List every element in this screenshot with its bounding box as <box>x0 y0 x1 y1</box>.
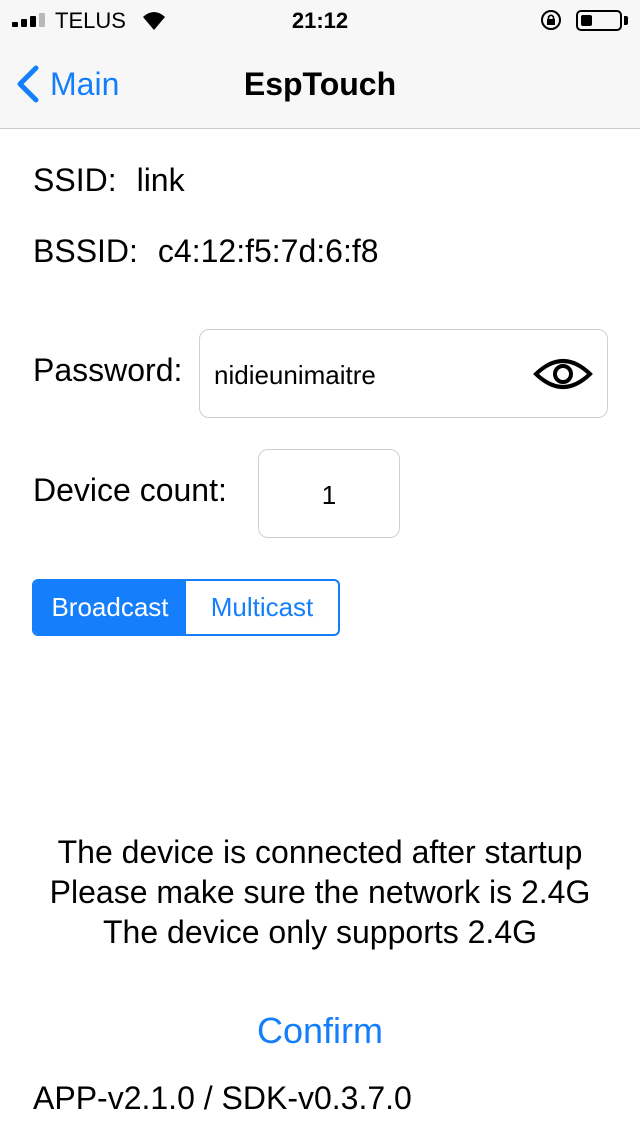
ssid-label: SSID: <box>33 162 117 198</box>
password-label: Password: <box>33 352 183 388</box>
password-value[interactable]: nidieunimaitre <box>214 360 376 391</box>
status-bar: TELUS 21:12 <box>0 0 640 40</box>
bssid-label: BSSID: <box>33 233 138 269</box>
ssid-value: link <box>136 162 185 198</box>
battery-cap <box>624 16 628 25</box>
ssid-row: SSID: link <box>33 162 185 199</box>
segment-multicast[interactable]: Multicast <box>186 581 338 634</box>
note-line-3: The device only supports 2.4G <box>102 914 537 950</box>
mode-segmented-control: Broadcast Multicast <box>32 579 340 636</box>
version-label: APP-v2.1.0 / SDK-v0.3.7.0 <box>33 1080 412 1116</box>
bssid-row: BSSID: c4:12:f5:7d:6:f8 <box>33 233 379 270</box>
bssid-value: c4:12:f5:7d:6:f8 <box>157 233 379 269</box>
eye-icon[interactable] <box>533 354 593 394</box>
device-count-value[interactable]: 1 <box>259 480 399 511</box>
password-field[interactable]: nidieunimaitre <box>199 329 608 418</box>
note-line-2: Please make sure the network is 2.4G <box>49 874 591 910</box>
battery-icon <box>576 10 622 31</box>
confirm-button[interactable]: Confirm <box>0 1010 640 1052</box>
segment-broadcast[interactable]: Broadcast <box>34 581 186 634</box>
page-title: EspTouch <box>243 66 397 102</box>
device-count-label: Device count: <box>33 472 227 508</box>
notes-text: The device is connected after startup Pl… <box>0 832 640 952</box>
note-line-1: The device is connected after startup <box>57 834 583 870</box>
navigation-bar: Main EspTouch <box>0 40 640 129</box>
rotation-lock-icon <box>541 10 561 30</box>
battery-level <box>581 15 592 26</box>
device-count-field[interactable]: 1 <box>258 449 400 538</box>
